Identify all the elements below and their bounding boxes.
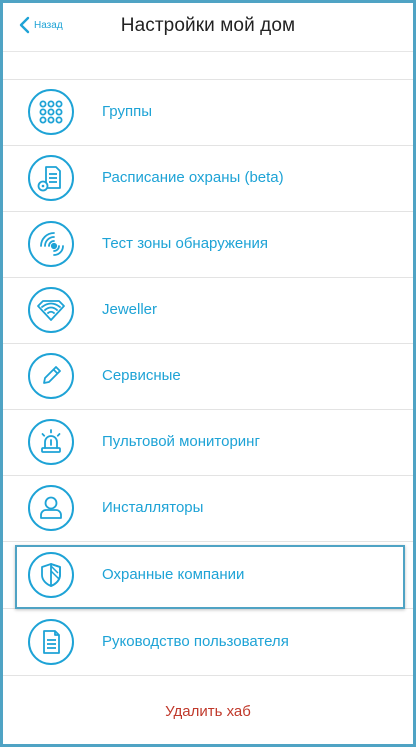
list-item-monitoring[interactable]: Пультовой мониторинг bbox=[3, 410, 413, 476]
shield-icon bbox=[28, 552, 74, 598]
nav-header: Назад Настройки мой дом bbox=[3, 3, 413, 52]
list-item-label: Инсталляторы bbox=[102, 499, 204, 516]
list-item-label: Расписание охраны (beta) bbox=[102, 169, 284, 186]
pencil-icon bbox=[28, 353, 74, 399]
list-item-label: Тест зоны обнаружения bbox=[102, 235, 269, 252]
grid-dots-icon bbox=[28, 89, 74, 135]
page-title: Настройки мой дом bbox=[120, 15, 296, 36]
list-item-security-schedule[interactable]: Расписание охраны (beta) bbox=[3, 146, 413, 212]
siren-icon bbox=[28, 419, 74, 465]
delete-hub-button[interactable]: Удалить хаб bbox=[3, 683, 413, 743]
list-item-detection-zone-test[interactable]: Тест зоны обнаружения bbox=[3, 212, 413, 278]
list-item-label: Сервисные bbox=[102, 367, 181, 384]
list-item-label: Руководство пользователя bbox=[102, 633, 289, 650]
list-item-security-companies[interactable]: Охранные компании bbox=[3, 543, 413, 609]
document-icon bbox=[28, 619, 74, 665]
list-item-label: Группы bbox=[102, 103, 152, 120]
list-item-groups[interactable]: Группы bbox=[3, 80, 413, 146]
schedule-document-icon bbox=[28, 155, 74, 201]
list-item-jeweller[interactable]: Jeweller bbox=[3, 278, 413, 344]
user-icon bbox=[28, 485, 74, 531]
list-item-installers[interactable]: Инсталляторы bbox=[3, 476, 413, 542]
app-frame: Группы Расписание охраны (beta) Тест зон… bbox=[0, 0, 416, 747]
list-item-service[interactable]: Сервисные bbox=[3, 344, 413, 410]
list-item-label: Охранные компании bbox=[102, 566, 245, 583]
list-item-label: Пультовой мониторинг bbox=[102, 433, 260, 450]
signal-waves-icon bbox=[28, 221, 74, 267]
wifi-diamond-icon bbox=[28, 287, 74, 333]
list-item-user-manual[interactable]: Руководство пользователя bbox=[3, 610, 413, 676]
list-item-label: Jeweller bbox=[102, 301, 158, 318]
